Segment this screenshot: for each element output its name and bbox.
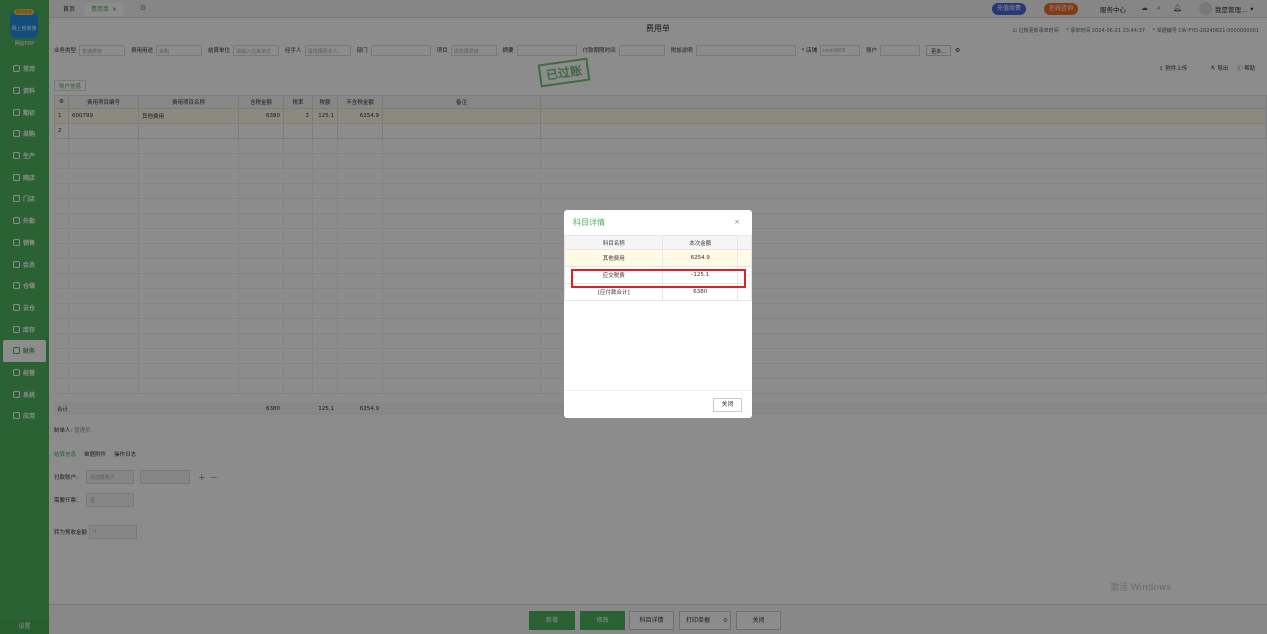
subject-amount: 6254.9 xyxy=(662,249,739,267)
subject-header-filler xyxy=(737,235,752,250)
dialog-close-button[interactable]: 关闭 xyxy=(713,398,742,412)
dialog-title: 科目详情 xyxy=(573,218,605,227)
dialog-divider xyxy=(564,390,752,391)
close-icon[interactable]: × xyxy=(734,218,740,226)
highlight-box xyxy=(571,269,746,288)
subject-header-amount: 本次金额 xyxy=(662,235,739,250)
subject-detail-dialog: 科目详情 × 科目名称 本次金额 其他费用 6254.9 应交税费 -125.1… xyxy=(563,210,752,418)
subject-table: 科目名称 本次金额 其他费用 6254.9 应交税费 -125.1 [应付款合计… xyxy=(563,235,752,301)
subject-row[interactable]: 其他费用 6254.9 xyxy=(563,249,752,267)
subject-name: 其他费用 xyxy=(563,249,664,267)
subject-header-name: 科目名称 xyxy=(563,235,664,250)
